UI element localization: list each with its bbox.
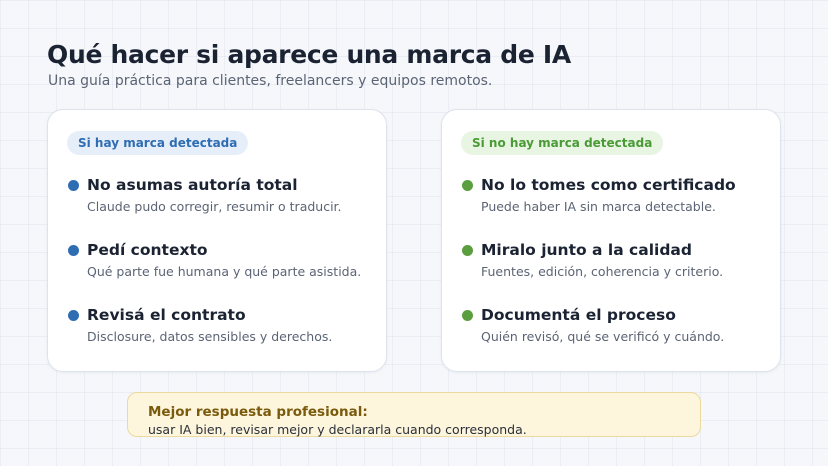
item-title: No asumas autoría total [87,176,298,194]
bullet-dot-icon [462,245,473,256]
card-mark-detected: Si hay marca detectada No asumas autoría… [47,109,387,372]
item-description: Quién revisó, qué se verificó y cuándo. [481,329,725,344]
page-title: Qué hacer si aparece una marca de IA [47,40,571,69]
item-title: Documentá el proceso [481,306,676,324]
card-badge: Si no hay marca detectada [461,131,664,155]
item-description: Disclosure, datos sensibles y derechos. [87,329,333,344]
item-title: Miralo junto a la calidad [481,241,692,259]
card-no-mark-detected: Si no hay marca detectada No lo tomes co… [441,109,781,372]
bullet-dot-icon [68,310,79,321]
bullet-dot-icon [68,245,79,256]
callout-text: usar IA bien, revisar mejor y declararla… [148,422,527,437]
item-title: Pedí contexto [87,241,208,259]
bullet-dot-icon [462,310,473,321]
item-description: Qué parte fue humana y qué parte asistid… [87,264,362,279]
callout-box: Mejor respuesta profesional: usar IA bie… [127,392,701,437]
bullet-dot-icon [462,180,473,191]
item-description: Claude pudo corregir, resumir o traducir… [87,199,342,214]
bullet-dot-icon [68,180,79,191]
item-description: Fuentes, edición, coherencia y criterio. [481,264,724,279]
item-description: Puede haber IA sin marca detectable. [481,199,716,214]
page-subtitle: Una guía práctica para clientes, freelan… [48,73,493,89]
item-title: Revisá el contrato [87,306,246,324]
callout-title: Mejor respuesta profesional: [148,404,368,420]
card-badge: Si hay marca detectada [67,131,249,155]
item-title: No lo tomes como certificado [481,176,736,194]
